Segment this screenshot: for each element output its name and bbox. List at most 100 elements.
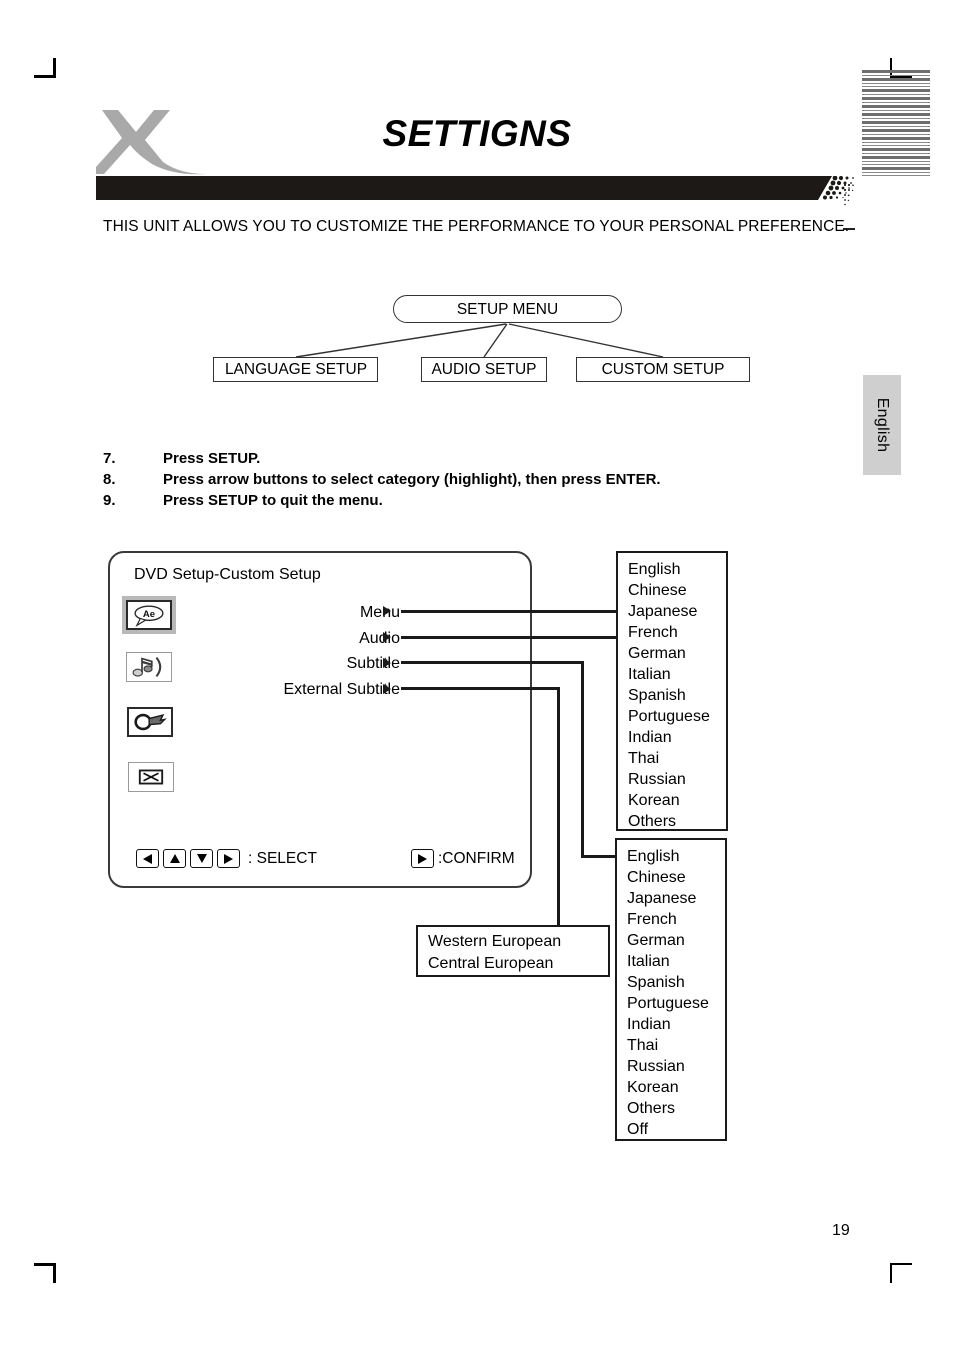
dvd-footer-confirm-group: :CONFIRM: [411, 849, 515, 868]
page-title: SETTIGNS: [382, 113, 572, 154]
language-option[interactable]: Chinese: [627, 867, 725, 888]
registration-stripe: [862, 175, 930, 176]
header-rule-halftone-tail: [810, 175, 856, 200]
dvd-menu-item-list: Menu Audio Subtitle External Subtitle: [200, 600, 400, 702]
language-option[interactable]: Japanese: [627, 888, 725, 909]
registration-stripe: [862, 94, 930, 95]
language-option[interactable]: Indian: [628, 727, 726, 748]
language-option[interactable]: English: [627, 846, 725, 867]
registration-stripe: [862, 105, 930, 108]
instruction-steps: 7. Press SETUP. 8. Press arrow buttons t…: [103, 448, 863, 511]
language-option[interactable]: Japanese: [628, 601, 726, 622]
language-option[interactable]: Russian: [627, 1056, 725, 1077]
arrow-right-key[interactable]: [217, 849, 240, 868]
header-rule: [96, 176, 812, 200]
lock-key-icon[interactable]: [127, 707, 173, 737]
arrow-left-key[interactable]: [136, 849, 159, 868]
dvd-setup-title: DVD Setup-Custom Setup: [134, 566, 321, 583]
chevron-right-icon: [383, 684, 391, 694]
language-option[interactable]: Thai: [627, 1035, 725, 1056]
registration-stripe: [862, 167, 930, 170]
registration-stripe: [862, 110, 930, 111]
page-number: 19: [832, 1222, 850, 1239]
dvd-footer-select-group: : SELECT: [136, 849, 317, 868]
connector-external-subtitle-vertical: [557, 687, 560, 927]
language-option[interactable]: French: [627, 909, 725, 930]
arrow-down-key[interactable]: [190, 849, 213, 868]
registration-stripe: [862, 78, 930, 81]
registration-stripe: [862, 75, 930, 76]
registration-stripe: [862, 161, 930, 162]
registration-stripe: [862, 70, 930, 73]
language-option[interactable]: Italian: [628, 664, 726, 685]
step-number: 8.: [103, 471, 116, 488]
instruction-step: 8. Press arrow buttons to select categor…: [103, 469, 863, 490]
language-option[interactable]: Portuguese: [627, 993, 725, 1014]
language-option[interactable]: Indian: [627, 1014, 725, 1035]
exit-x-icon[interactable]: [128, 762, 174, 792]
instruction-step: 7. Press SETUP.: [103, 448, 863, 469]
language-option[interactable]: German: [628, 643, 726, 664]
tree-node-root[interactable]: SETUP MENU: [393, 295, 622, 323]
step-number: 9.: [103, 492, 116, 509]
connector-audio-to-list-a: [401, 636, 616, 639]
encoding-option[interactable]: Western European: [428, 931, 608, 953]
registration-stripe: [862, 164, 930, 165]
encoding-option[interactable]: Central European: [428, 953, 608, 975]
language-list-b: English Chinese Japanese French German Italia…: [615, 838, 727, 1141]
language-option[interactable]: Spanish: [627, 972, 725, 993]
language-bubble-icon[interactable]: Ae: [122, 596, 176, 634]
language-option[interactable]: Others: [627, 1098, 725, 1119]
audio-note-icon[interactable]: [126, 652, 172, 682]
dvd-menu-item-external-subtitle[interactable]: External Subtitle: [200, 677, 400, 703]
crop-mark-top-left: [34, 58, 56, 78]
registration-stripe: [862, 89, 930, 92]
registration-stripe: [862, 86, 930, 87]
tree-node-audio-setup-label: AUDIO SETUP: [431, 361, 537, 378]
language-option[interactable]: English: [628, 559, 726, 580]
language-option[interactable]: Chinese: [628, 580, 726, 601]
language-side-tab: English: [863, 375, 901, 475]
step-text: Press arrow buttons to select category (…: [163, 471, 661, 488]
setup-menu-tree: SETUP MENU LANGUAGE SETUP AUDIO SETUP CU…: [196, 283, 771, 423]
step-text: Press SETUP to quit the menu.: [163, 492, 383, 509]
page-root: SETTIGNS THIS UNIT ALLOWS YOU TO CUSTOMI…: [0, 0, 954, 1352]
arrow-up-key[interactable]: [163, 849, 186, 868]
language-option[interactable]: Thai: [628, 748, 726, 769]
tree-node-audio-setup[interactable]: AUDIO SETUP: [421, 357, 547, 382]
connector-subtitle-vertical: [581, 661, 584, 857]
connector-external-subtitle-horizontal: [401, 687, 560, 690]
language-option[interactable]: Korean: [628, 790, 726, 811]
step-number: 7.: [103, 450, 116, 467]
encoding-list: Western European Central European: [416, 925, 610, 977]
language-option[interactable]: Off: [627, 1119, 725, 1140]
language-option[interactable]: Portuguese: [628, 706, 726, 727]
tree-node-root-label: SETUP MENU: [456, 301, 559, 318]
dvd-menu-item-menu[interactable]: Menu: [200, 600, 400, 626]
tree-node-custom-setup[interactable]: CUSTOM SETUP: [576, 357, 750, 382]
language-option[interactable]: French: [628, 622, 726, 643]
language-option[interactable]: German: [627, 930, 725, 951]
instruction-step: 9. Press SETUP to quit the menu.: [103, 490, 863, 511]
language-option[interactable]: Korean: [627, 1077, 725, 1098]
connector-subtitle-horizontal: [401, 661, 584, 664]
language-option[interactable]: Russian: [628, 769, 726, 790]
registration-stripe: [862, 156, 930, 159]
registration-stripe: [862, 83, 930, 84]
svg-text:Ae: Ae: [143, 609, 155, 620]
tree-node-custom-setup-label: CUSTOM SETUP: [601, 361, 725, 378]
intro-paragraph: THIS UNIT ALLOWS YOU TO CUSTOMIZE THE PE…: [103, 218, 850, 235]
language-option[interactable]: Others: [628, 811, 726, 832]
connector-subtitle-to-list-b: [581, 855, 617, 858]
language-option[interactable]: Spanish: [628, 685, 726, 706]
dvd-menu-item-audio[interactable]: Audio: [200, 626, 400, 652]
play-right-key[interactable]: [411, 849, 434, 868]
dvd-menu-item-subtitle[interactable]: Subtitle: [200, 651, 400, 677]
connector-menu-to-list-a: [401, 610, 616, 613]
language-option[interactable]: Italian: [627, 951, 725, 972]
crop-mark-bottom-left: [34, 1263, 56, 1283]
registration-stripe: [862, 97, 930, 100]
tree-node-language-setup[interactable]: LANGUAGE SETUP: [213, 357, 378, 382]
registration-stripe: [862, 172, 930, 173]
step-text: Press SETUP.: [163, 450, 261, 467]
